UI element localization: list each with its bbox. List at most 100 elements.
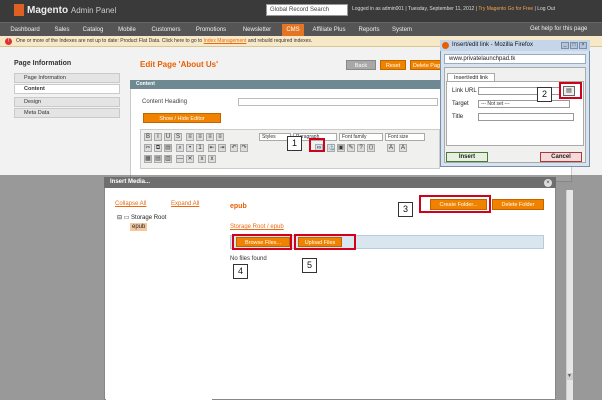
magento-logo-icon xyxy=(14,4,24,17)
horizontal-rule-icon[interactable]: — xyxy=(176,155,184,163)
nav-item-promotions[interactable]: Promotions xyxy=(190,24,232,36)
cancel-button[interactable]: Cancel xyxy=(540,152,582,162)
nav-item-dashboard[interactable]: Dashboard xyxy=(4,24,46,36)
expand-all-link[interactable]: Expand All xyxy=(171,201,199,207)
window-close-icon[interactable]: × xyxy=(579,42,587,49)
tab-design[interactable]: Design xyxy=(14,97,120,107)
cut-icon[interactable]: ✂ xyxy=(144,144,152,152)
firefox-icon xyxy=(442,42,449,49)
tab-content[interactable]: Content xyxy=(14,84,120,94)
copy-icon[interactable]: ⧉ xyxy=(154,144,162,152)
go-link[interactable]: Try Magento Go for Free xyxy=(478,6,533,12)
bullet-list-icon[interactable]: • xyxy=(186,144,194,152)
no-files-message: No files found xyxy=(230,256,267,262)
html-source-icon[interactable]: ⟨⟩ xyxy=(367,144,375,152)
find-icon[interactable]: ⌕ xyxy=(176,144,184,152)
outdent-icon[interactable]: ⇤ xyxy=(208,144,216,152)
superscript-icon[interactable]: x xyxy=(208,155,216,163)
numbered-list-icon[interactable]: 1 xyxy=(196,144,204,152)
image-icon[interactable]: ▣ xyxy=(337,144,345,152)
align-center-icon[interactable]: ≡ xyxy=(196,133,204,141)
tree-node-storage-root[interactable]: ⊟ ▭ Storage Root xyxy=(117,214,166,221)
show-hide-editor-button[interactable]: Show / Hide Editor xyxy=(143,113,221,123)
title-input[interactable] xyxy=(478,113,574,121)
breadcrumb-epub[interactable]: epub xyxy=(270,224,283,230)
insert-media-titlebar: Insert Media... xyxy=(104,177,556,188)
global-search-input[interactable]: Global Record Search xyxy=(266,4,348,16)
dialog-scrollbar[interactable] xyxy=(566,190,573,400)
callout-marker-3: 3 xyxy=(398,202,413,217)
window-controls: _ □ × xyxy=(560,42,588,50)
page-title: Edit Page 'About Us' xyxy=(140,60,219,69)
close-icon[interactable]: × xyxy=(544,179,552,187)
notice-text: One or more of the Indexes are not up to… xyxy=(16,38,203,44)
paste-icon[interactable]: ▤ xyxy=(164,144,172,152)
delete-folder-button[interactable]: Delete Folder xyxy=(492,199,544,210)
help-icon[interactable]: ? xyxy=(357,144,365,152)
align-right-icon[interactable]: ≡ xyxy=(206,133,214,141)
magento-logo[interactable]: Magento Admin Panel xyxy=(14,4,148,18)
minimize-icon[interactable]: _ xyxy=(561,42,569,49)
callout-marker-5: 5 xyxy=(302,258,317,273)
font-family-select[interactable]: Font family xyxy=(339,133,383,141)
undo-icon[interactable]: ↶ xyxy=(230,144,238,152)
redo-icon[interactable]: ↷ xyxy=(240,144,248,152)
tree-node-epub[interactable]: epub xyxy=(130,223,148,231)
cleanup-icon[interactable]: ✎ xyxy=(347,144,355,152)
user-info: Logged in as admin001 | Tuesday, Septemb… xyxy=(352,6,600,16)
folder-tree-panel xyxy=(106,190,212,400)
nav-item-cms[interactable]: CMS xyxy=(282,24,304,36)
text-color-icon[interactable]: A xyxy=(387,144,395,152)
nav-item-system[interactable]: System xyxy=(388,24,416,36)
target-label: Target xyxy=(452,101,469,107)
folder-icon: ⊟ ▭ xyxy=(117,215,132,221)
callout-box-3 xyxy=(419,195,491,213)
bold-icon[interactable]: B xyxy=(144,133,152,141)
callout-box-2 xyxy=(559,82,582,99)
italic-icon[interactable]: I xyxy=(154,133,162,141)
tree-root-label: Storage Root xyxy=(131,215,167,221)
nav-item-newsletter[interactable]: Newsletter xyxy=(236,24,278,36)
row-props-icon[interactable]: ▤ xyxy=(154,155,162,163)
nav-item-mobile[interactable]: Mobile xyxy=(112,24,142,36)
warning-icon: ! xyxy=(5,38,12,45)
callout-marker-4: 4 xyxy=(233,264,248,279)
scroll-down-icon[interactable]: ▼ xyxy=(566,373,573,380)
align-justify-icon[interactable]: ≡ xyxy=(216,133,224,141)
content-heading-input[interactable] xyxy=(238,98,438,106)
breadcrumb-storage-root[interactable]: Storage Root xyxy=(230,224,265,230)
back-button[interactable]: Back xyxy=(346,60,376,70)
cell-props-icon[interactable]: ▥ xyxy=(164,155,172,163)
font-size-select[interactable]: Font size xyxy=(385,133,425,141)
insert-button[interactable]: Insert xyxy=(446,152,488,162)
tab-page-information[interactable]: Page Information xyxy=(14,73,120,83)
remove-format-icon[interactable]: ✕ xyxy=(186,155,194,163)
nav-item-reports[interactable]: Reports xyxy=(354,24,384,36)
breadcrumb: Storage Root / epub xyxy=(230,224,284,230)
indent-icon[interactable]: ⇥ xyxy=(218,144,226,152)
nav-item-catalog[interactable]: Catalog xyxy=(78,24,108,36)
title-label: Title xyxy=(452,114,464,120)
nav-item-affiliate-plus[interactable]: Affiliate Plus xyxy=(308,24,350,36)
firefox-url-bar[interactable]: www.privatelaunchpad.tk xyxy=(444,54,586,64)
target-select[interactable]: --- Not set --- xyxy=(478,100,570,108)
notice-text-after: and rebuild required indexes. xyxy=(247,38,313,44)
logo-text: Magento xyxy=(27,5,69,16)
nav-item-sales[interactable]: Sales xyxy=(50,24,74,36)
subscript-icon[interactable]: x xyxy=(198,155,206,163)
bg-color-icon[interactable]: A xyxy=(399,144,407,152)
strikethrough-icon[interactable]: S xyxy=(174,133,182,141)
logout-link[interactable]: | Log Out xyxy=(535,6,555,12)
unlink-icon[interactable]: ⚓ xyxy=(327,144,335,152)
reset-button[interactable]: Reset xyxy=(380,60,406,70)
help-link[interactable]: Get help for this page xyxy=(530,25,600,34)
align-left-icon[interactable]: ≡ xyxy=(186,133,194,141)
collapse-all-link[interactable]: Collapse All xyxy=(115,201,146,207)
nav-item-customers[interactable]: Customers xyxy=(146,24,186,36)
content-heading-label: Content Heading xyxy=(142,99,188,105)
index-management-link[interactable]: Index Management xyxy=(204,38,247,44)
table-icon[interactable]: ▦ xyxy=(144,155,152,163)
tab-meta-data[interactable]: Meta Data xyxy=(14,108,120,118)
maximize-icon[interactable]: □ xyxy=(570,42,578,49)
underline-icon[interactable]: U xyxy=(164,133,172,141)
